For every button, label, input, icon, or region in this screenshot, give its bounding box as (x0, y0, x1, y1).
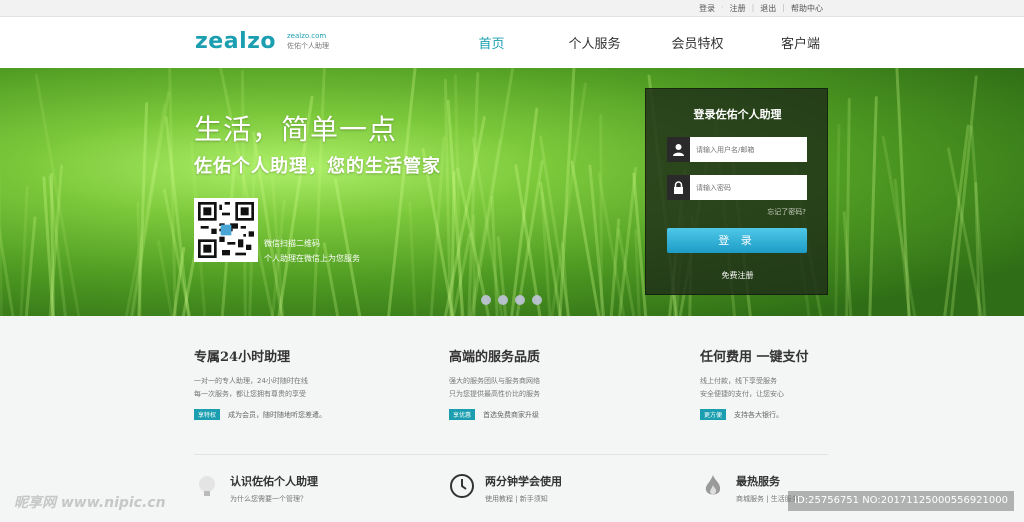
bottom-title: 两分钟学会使用 (485, 475, 562, 488)
flame-icon (705, 475, 721, 495)
logo[interactable]: zealzo (195, 29, 276, 54)
carousel-dot[interactable] (498, 295, 508, 305)
logo-domain: zealzo.com (287, 32, 327, 40)
login-button[interactable]: 登 录 (667, 228, 807, 253)
watermark-right: ID:25756751 NO:20171125000556921000 (788, 491, 1014, 511)
hero-banner: 生活，简单一点 佐佑个人助理，您的生活管家 微信扫描二维码 个人助理在微信上为您… (0, 68, 1024, 316)
forgot-password-link[interactable]: 忘记了密码? (767, 207, 806, 217)
bottom-tutorial[interactable]: 两分钟学会使用 使用教程 | 新手须知 (449, 473, 562, 504)
hero-subtitle: 佐佑个人助理，您的生活管家 (194, 156, 441, 177)
qr-caption-2: 个人助理在微信上为您服务 (264, 254, 360, 263)
feature-desc-line: 只为您提供最高性价比的服务 (449, 390, 540, 398)
carousel-dot[interactable] (515, 295, 525, 305)
hero-title: 生活，简单一点 (194, 113, 398, 146)
bottom-sub: 使用教程 | 新手须知 (485, 495, 548, 503)
bottom-hot-services[interactable]: 最热服务 商城服务 | 生活服务 (700, 473, 799, 504)
clock-icon (450, 474, 474, 498)
feature-assistant: 专属24小时助理 一对一的专人助理，24小时随时在线 每一次服务，都让您拥有尊贵… (194, 346, 394, 420)
feature-tag-text: 支持各大银行。 (734, 410, 784, 419)
feature-tag[interactable]: 享特权 (194, 409, 221, 420)
feature-tag-text: 成为会员，随时随地听您差遣。 (228, 410, 327, 419)
grass-blade (408, 202, 417, 316)
bottom-title: 认识佐佑个人助理 (230, 475, 318, 488)
grass-blade (130, 103, 166, 316)
feature-desc-line: 线上付款，线下享受服务 (700, 377, 777, 385)
feature-payment: 任何费用 一键支付 线上付款，线下享受服务 安全便捷的支付，让您安心 更方便 支… (700, 346, 900, 420)
feature-tag-row: 享特权 成为会员，随时随地听您差遣。 (194, 409, 394, 420)
bottom-title: 最热服务 (736, 475, 780, 488)
login-title: 登录佐佑个人助理 (693, 108, 782, 121)
grass-blade (834, 124, 841, 316)
carousel-dot[interactable] (481, 295, 491, 305)
qr-code (194, 198, 258, 262)
feature-quality: 高端的服务品质 强大的服务团队与服务商网络 只为您提供最高性价比的服务 享优惠 … (449, 346, 649, 420)
nav-personal-service[interactable]: 个人服务 (543, 33, 646, 52)
feature-title: 高端的服务品质 (449, 350, 541, 365)
feature-desc: 强大的服务团队与服务商网络 只为您提供最高性价比的服务 (449, 375, 649, 401)
feature-tag[interactable]: 享优惠 (449, 409, 476, 420)
header: zealzo zealzo.com 佐佑个人助理 首页 个人服务 会员特权 客户… (0, 17, 1024, 68)
carousel-dots (481, 295, 542, 305)
logo-tagline-text: 佐佑个人助理 (287, 42, 329, 50)
password-field (667, 175, 807, 200)
top-register-link[interactable]: 注册 (724, 3, 752, 14)
free-register-link[interactable]: 免费注册 (646, 270, 829, 281)
user-icon (667, 137, 690, 162)
bulb-icon (199, 476, 215, 496)
grass-blade (472, 214, 476, 316)
grass-blade (868, 96, 878, 316)
bottom-about[interactable]: 认识佐佑个人助理 为什么您需要一个管理？ (194, 473, 318, 504)
top-login-link[interactable]: 登录 (693, 3, 721, 14)
feature-tag[interactable]: 更方便 (700, 409, 727, 420)
login-panel: 登录佐佑个人助理 忘记了密码? 登 录 免费注册 (645, 88, 828, 295)
main-nav: 首页 个人服务 会员特权 客户端 (440, 33, 852, 52)
grass-blade (333, 178, 363, 316)
lock-icon (667, 175, 690, 200)
password-input[interactable] (690, 175, 807, 200)
qr-code-icon (198, 202, 254, 258)
feature-title: 任何费用 一键支付 (700, 350, 809, 365)
nav-client[interactable]: 客户端 (749, 33, 852, 52)
grass-blade (599, 113, 603, 316)
nav-home[interactable]: 首页 (440, 33, 543, 52)
feature-desc-line: 每一次服务，都让您拥有尊贵的享受 (194, 390, 306, 398)
top-help-link[interactable]: 帮助中心 (785, 3, 829, 14)
bottom-sub: 为什么您需要一个管理？ (230, 495, 307, 503)
grass-blade (588, 164, 606, 316)
feature-title: 专属24小时助理 (194, 350, 291, 365)
username-input[interactable] (690, 137, 807, 162)
section-divider (194, 454, 828, 455)
top-logout-link[interactable]: 退出 (754, 3, 782, 14)
watermark-left: 昵享网 www.nipic.cn (14, 495, 166, 511)
feature-desc-line: 安全便捷的支付，让您安心 (700, 390, 784, 398)
feature-tag-row: 更方便 支持各大银行。 (700, 409, 900, 420)
grass-blade (34, 73, 82, 316)
feature-desc: 一对一的专人助理，24小时随时在线 每一次服务，都让您拥有尊贵的享受 (194, 375, 394, 401)
top-links: 登录 · 注册 | 退出 | 帮助中心 (693, 3, 829, 14)
nav-member-privileges[interactable]: 会员特权 (646, 33, 749, 52)
username-field (667, 137, 807, 162)
grass-blade (312, 68, 326, 316)
qr-caption-1: 微信扫描二维码 (264, 239, 320, 248)
feature-desc: 线上付款，线下享受服务 安全便捷的支付，让您安心 (700, 375, 900, 401)
feature-tag-text: 首选免费商家升级 (483, 410, 540, 419)
feature-tag-row: 享优惠 首选免费商家升级 (449, 409, 649, 420)
top-bar: 登录 · 注册 | 退出 | 帮助中心 (0, 0, 1024, 17)
carousel-dot[interactable] (532, 295, 542, 305)
feature-desc-line: 强大的服务团队与服务商网络 (449, 377, 540, 385)
logo-tagline: zealzo.com 佐佑个人助理 (287, 31, 329, 51)
feature-desc-line: 一对一的专人助理，24小时随时在线 (194, 377, 308, 385)
